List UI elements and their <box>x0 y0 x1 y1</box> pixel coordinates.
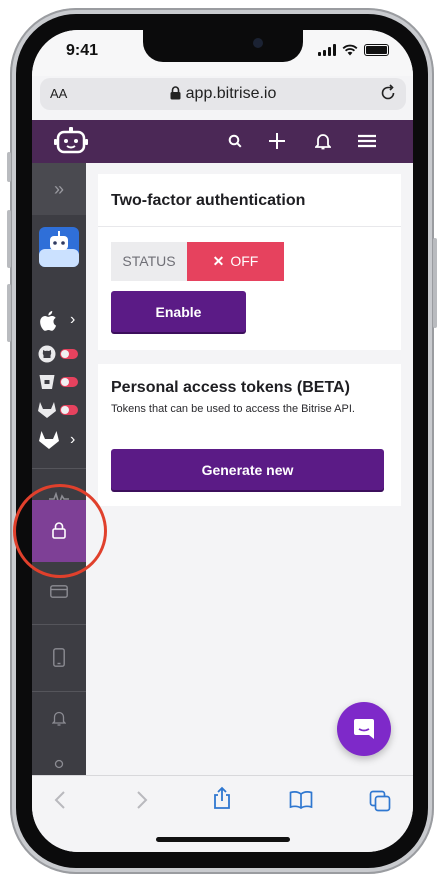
tabs-icon[interactable] <box>369 790 391 812</box>
bell-icon <box>52 711 66 726</box>
gitlab-icon <box>38 402 56 418</box>
volume-up-button <box>7 210 11 268</box>
sidebar-item-notifications[interactable] <box>32 698 86 738</box>
bitrise-logo-icon[interactable] <box>54 126 88 156</box>
home-indicator <box>156 837 290 842</box>
two-factor-card: Two-factor authentication STATUS ✕ OFF En… <box>98 174 401 350</box>
bookmarks-icon[interactable] <box>289 790 313 809</box>
sidebar-divider <box>32 624 86 625</box>
sidebar-item-apple[interactable]: › <box>32 307 86 335</box>
sidebar-item-devices[interactable] <box>32 633 86 681</box>
url-text: app.bitrise.io <box>185 85 277 102</box>
notch <box>143 30 303 62</box>
share-icon[interactable] <box>212 786 232 810</box>
wifi-icon <box>342 44 358 56</box>
status-time: 9:41 <box>66 42 99 59</box>
close-icon: ✕ <box>212 253 225 269</box>
chat-icon <box>354 719 374 739</box>
access-tokens-title: Personal access tokens (BETA) <box>111 379 350 396</box>
chevron-right-icon: › <box>70 311 76 328</box>
reload-icon[interactable] <box>380 84 396 102</box>
status-label: STATUS <box>111 242 187 281</box>
search-icon[interactable] <box>228 134 242 148</box>
status-off-badge: ✕ OFF <box>187 242 284 281</box>
lock-icon <box>170 86 181 100</box>
add-icon[interactable] <box>268 132 286 150</box>
sidebar: » › › <box>32 163 86 775</box>
sidebar-divider <box>32 691 86 692</box>
two-factor-title: Two-factor authentication <box>111 192 306 209</box>
apple-icon <box>40 311 57 331</box>
sidebar-divider <box>32 468 86 469</box>
menu-icon[interactable] <box>357 134 377 148</box>
bell-icon[interactable] <box>315 132 331 150</box>
url-display[interactable]: app.bitrise.io <box>40 85 406 103</box>
app-header <box>32 120 413 163</box>
sidebar-item-gitlab-self-hosted[interactable]: › <box>32 427 86 455</box>
two-factor-status: STATUS ✕ OFF <box>111 242 284 281</box>
chevron-right-icon: › <box>70 431 76 448</box>
volume-down-button <box>7 284 11 342</box>
silent-switch <box>7 152 11 182</box>
sidebar-expand-icon[interactable]: » <box>32 163 86 215</box>
phone-icon <box>53 647 65 667</box>
back-icon[interactable] <box>54 790 66 810</box>
forward-icon[interactable] <box>136 790 148 810</box>
app-avatar[interactable] <box>32 227 86 267</box>
sidebar-item-user[interactable] <box>32 759 86 775</box>
power-button <box>433 238 437 328</box>
screen: 9:41 AA app.bitrise.io » › › Two-factor … <box>32 30 413 852</box>
annotation-circle <box>13 484 107 578</box>
gitlab-toggle[interactable] <box>60 405 78 415</box>
address-bar[interactable]: AA app.bitrise.io <box>40 78 406 110</box>
battery-icon <box>364 44 389 56</box>
bitbucket-icon <box>39 375 55 389</box>
enable-2fa-button[interactable]: Enable <box>111 291 246 332</box>
sidebar-item-gitlab[interactable] <box>32 396 86 424</box>
access-tokens-description: Tokens that can be used to access the Bi… <box>111 403 355 415</box>
status-icons <box>318 44 389 56</box>
cellular-signal-icon <box>318 44 336 56</box>
bitbucket-toggle[interactable] <box>60 377 78 387</box>
sidebar-item-github[interactable] <box>32 340 86 368</box>
sidebar-item-bitbucket[interactable] <box>32 368 86 396</box>
generate-token-button[interactable]: Generate new <box>111 449 384 490</box>
credit-card-icon <box>50 584 68 598</box>
main-content: Two-factor authentication STATUS ✕ OFF En… <box>86 163 413 775</box>
user-icon <box>54 759 64 769</box>
github-icon <box>38 345 56 363</box>
status-value: OFF <box>230 253 259 269</box>
chat-button[interactable] <box>337 702 391 756</box>
card-divider <box>98 226 401 227</box>
access-tokens-card: Personal access tokens (BETA) Tokens tha… <box>98 364 401 506</box>
gitlab-self-hosted-icon <box>39 431 59 449</box>
github-toggle[interactable] <box>60 349 78 359</box>
